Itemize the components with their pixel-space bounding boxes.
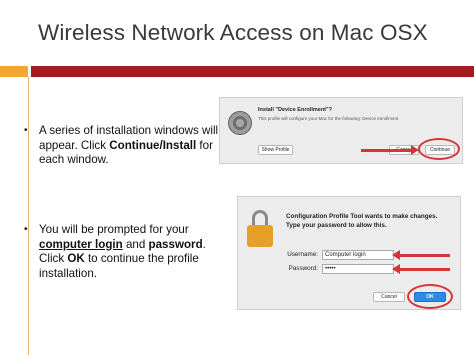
bullet-text-part: You will be prompted for your	[39, 223, 189, 236]
install-profile-dialog: Install "Device Enrollment"? This profil…	[219, 97, 463, 164]
dialog-title: Configuration Profile Tool wants to make…	[286, 213, 438, 220]
dialog-subtitle: Type your password to allow this.	[286, 222, 387, 229]
username-field[interactable]: Computer login	[322, 250, 394, 260]
left-divider	[28, 77, 29, 355]
password-label: Password:	[288, 265, 318, 272]
lock-icon	[247, 210, 273, 248]
bullet-text: You will be prompted for your computer l…	[39, 223, 224, 281]
lock-body	[247, 225, 273, 247]
highlight-ring	[418, 138, 460, 160]
gear-icon	[228, 111, 252, 135]
dialog-title: Install "Device Enrollment"?	[258, 107, 332, 113]
accent-bar-orange	[0, 66, 28, 77]
slide-title: Wireless Network Access on Mac OSX	[38, 20, 428, 45]
bullet-text-password: password	[148, 237, 203, 251]
bullet-text-computer-login: computer login	[39, 237, 123, 251]
pointer-arrow	[392, 264, 450, 274]
pointer-arrow	[361, 145, 419, 155]
show-profile-button[interactable]: Show Profile	[258, 145, 293, 155]
username-label: Username:	[287, 251, 318, 258]
bullet-marker: •	[24, 125, 28, 136]
bullet-marker: •	[24, 224, 28, 235]
pointer-arrow	[392, 250, 450, 260]
password-dialog: Configuration Profile Tool wants to make…	[237, 196, 461, 310]
accent-bar-red	[31, 66, 474, 77]
bullet-text-continue: Continue/Install	[109, 138, 197, 152]
dialog-subtitle: This profile will configure your Mac for…	[258, 116, 399, 121]
bullet-text-ok: OK	[67, 252, 85, 265]
highlight-ring	[407, 284, 453, 309]
bullet-text-part: and	[122, 237, 149, 251]
bullet-text: A series of installation windows will ap…	[39, 124, 224, 168]
cancel-button[interactable]: Cancel	[373, 292, 405, 302]
password-field[interactable]: •••••	[322, 264, 394, 274]
